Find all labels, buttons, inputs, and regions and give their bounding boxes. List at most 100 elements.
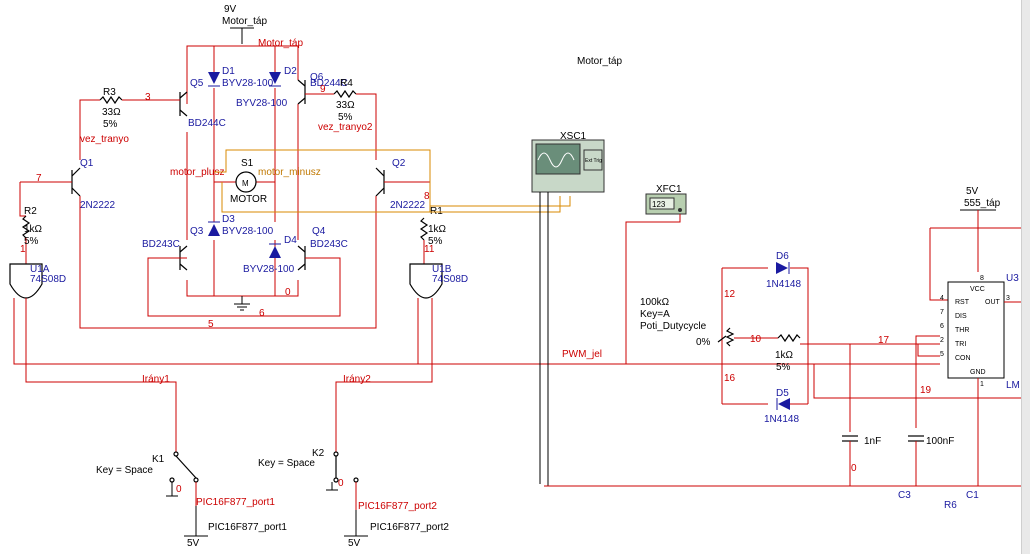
diode-d1 xyxy=(208,72,220,87)
pin-tri: TRI xyxy=(955,341,966,348)
c1-value: 1nF xyxy=(864,436,881,447)
q5-type: BD244C xyxy=(188,118,226,129)
k1-label: K1 xyxy=(152,454,165,465)
r6-label: R6 xyxy=(944,500,957,511)
oscilloscope-xsc1[interactable] xyxy=(531,139,605,193)
q3-label: Q3 xyxy=(190,226,204,237)
net-5: 5 xyxy=(208,319,214,330)
d6-label: D6 xyxy=(776,251,789,262)
switch-k1[interactable] xyxy=(169,451,199,483)
pot-percent: 0% xyxy=(696,337,711,348)
port1-label: PIC16F877_port1 xyxy=(208,522,287,533)
motor-tap-free-label: Motor_táp xyxy=(577,56,622,67)
d3-label: D3 xyxy=(222,214,235,225)
u3-label: U3 xyxy=(1006,273,1019,284)
net-11: 11 xyxy=(424,244,435,255)
xsc1-ext-trig: Ext Trig xyxy=(585,158,602,164)
motor-tap-net-label: Motor_táp xyxy=(258,38,303,49)
svg-text:M: M xyxy=(242,179,249,188)
supply-9v-label: 9V xyxy=(224,4,237,15)
net-0-cap: 0 xyxy=(851,463,857,474)
vez-tranyo-label: vez_tranyo xyxy=(80,134,129,145)
pin-con: CON xyxy=(955,355,971,362)
transistor-q2 xyxy=(375,167,385,197)
resistor-r5 xyxy=(777,333,801,343)
net-9: 9 xyxy=(320,84,326,95)
v5-label: 5V xyxy=(966,186,979,197)
net-17: 17 xyxy=(878,335,890,346)
pin-num-3: 3 xyxy=(1006,295,1010,302)
d1-label: D1 xyxy=(222,66,235,77)
xsc1-label: XSC1 xyxy=(560,131,587,142)
motor-label: MOTOR xyxy=(230,194,267,205)
potentiometer[interactable] xyxy=(717,327,735,347)
net-10: 10 xyxy=(750,334,762,345)
schematic-canvas: 9V Motor_táp Motor_táp Motor_táp M S1 MO… xyxy=(9,4,1024,549)
pin-num-8: 8 xyxy=(980,275,984,282)
d1-type: BYV28-100 xyxy=(222,78,274,89)
capacitor-c3 xyxy=(908,435,924,442)
q5-label: Q5 xyxy=(190,78,204,89)
d2-type: BYV28-100 xyxy=(236,98,288,109)
r2-value: 1kΩ xyxy=(24,224,43,235)
d4-label: D4 xyxy=(284,235,297,246)
r3-label: R3 xyxy=(103,87,116,98)
net-0: 0 xyxy=(285,287,291,298)
vez-tranyo2-label: vez_tranyo2 xyxy=(318,122,373,133)
net-12: 12 xyxy=(724,289,736,300)
u1a-type: 74S08D xyxy=(30,274,66,285)
q2-label: Q2 xyxy=(392,158,406,169)
tap555-label: 555_táp xyxy=(964,198,1001,209)
pot-key: Key=A xyxy=(640,309,670,320)
d6-type: 1N4148 xyxy=(766,279,801,290)
resistor-r1 xyxy=(419,217,429,241)
pin-num-2: 2 xyxy=(940,337,944,344)
pin-num-6: 6 xyxy=(940,323,944,330)
resistor-r4 xyxy=(333,89,357,99)
pin-out: OUT xyxy=(985,299,1001,306)
pin-thr: THR xyxy=(955,327,969,334)
d4-type: BYV28-100 xyxy=(243,264,295,275)
vertical-scrollbar[interactable] xyxy=(1021,0,1030,554)
r2-tol: 5% xyxy=(24,236,39,247)
port1-red-label: PIC16F877_port1 xyxy=(196,497,275,508)
r2-label: R2 xyxy=(24,206,37,217)
net-16: 16 xyxy=(724,373,736,384)
k2-gnd: 0 xyxy=(338,478,344,489)
d5-type: 1N4148 xyxy=(764,414,799,425)
pin-rst: RST xyxy=(955,299,970,306)
net-7: 7 xyxy=(36,173,42,184)
transistor-q1 xyxy=(71,167,81,197)
transistor-q6 xyxy=(297,79,306,105)
irany2-label: Irány2 xyxy=(343,374,371,385)
diode-d5 xyxy=(776,398,790,410)
q3-type: BD243C xyxy=(142,239,180,250)
r5-tol: 5% xyxy=(776,362,791,373)
q4-label: Q4 xyxy=(312,226,326,237)
k2-key: Key = Space xyxy=(258,458,315,469)
r1-value: 1kΩ xyxy=(428,224,447,235)
d2-label: D2 xyxy=(284,66,297,77)
pin-dis: DIS xyxy=(955,313,967,320)
c3-value: 100nF xyxy=(926,436,954,447)
v5-bottom-2: 5V xyxy=(348,538,361,549)
port2-red-label: PIC16F877_port2 xyxy=(358,501,437,512)
pin-num-4: 4 xyxy=(940,295,944,302)
motor-s1-label: S1 xyxy=(241,158,254,169)
pwm-label: PWM_jel xyxy=(562,349,602,360)
pot-name: Poti_Dutycycle xyxy=(640,321,707,332)
net-19: 19 xyxy=(920,385,932,396)
transistor-q5 xyxy=(179,91,188,117)
r4-value: 33Ω xyxy=(336,100,355,111)
pin-vcc: VCC xyxy=(970,286,985,293)
irany1-label: Irány1 xyxy=(142,374,170,385)
q4-type: BD243C xyxy=(310,239,348,250)
net-6: 6 xyxy=(259,308,265,319)
net-8: 8 xyxy=(424,191,430,202)
u1b-type: 74S08D xyxy=(432,274,468,285)
port2-label: PIC16F877_port2 xyxy=(370,522,449,533)
diode-d4 xyxy=(269,243,281,258)
k1-key: Key = Space xyxy=(96,465,153,476)
xfc1-label: XFC1 xyxy=(656,184,682,195)
motor-minusz-label: motor_minusz xyxy=(258,167,321,178)
